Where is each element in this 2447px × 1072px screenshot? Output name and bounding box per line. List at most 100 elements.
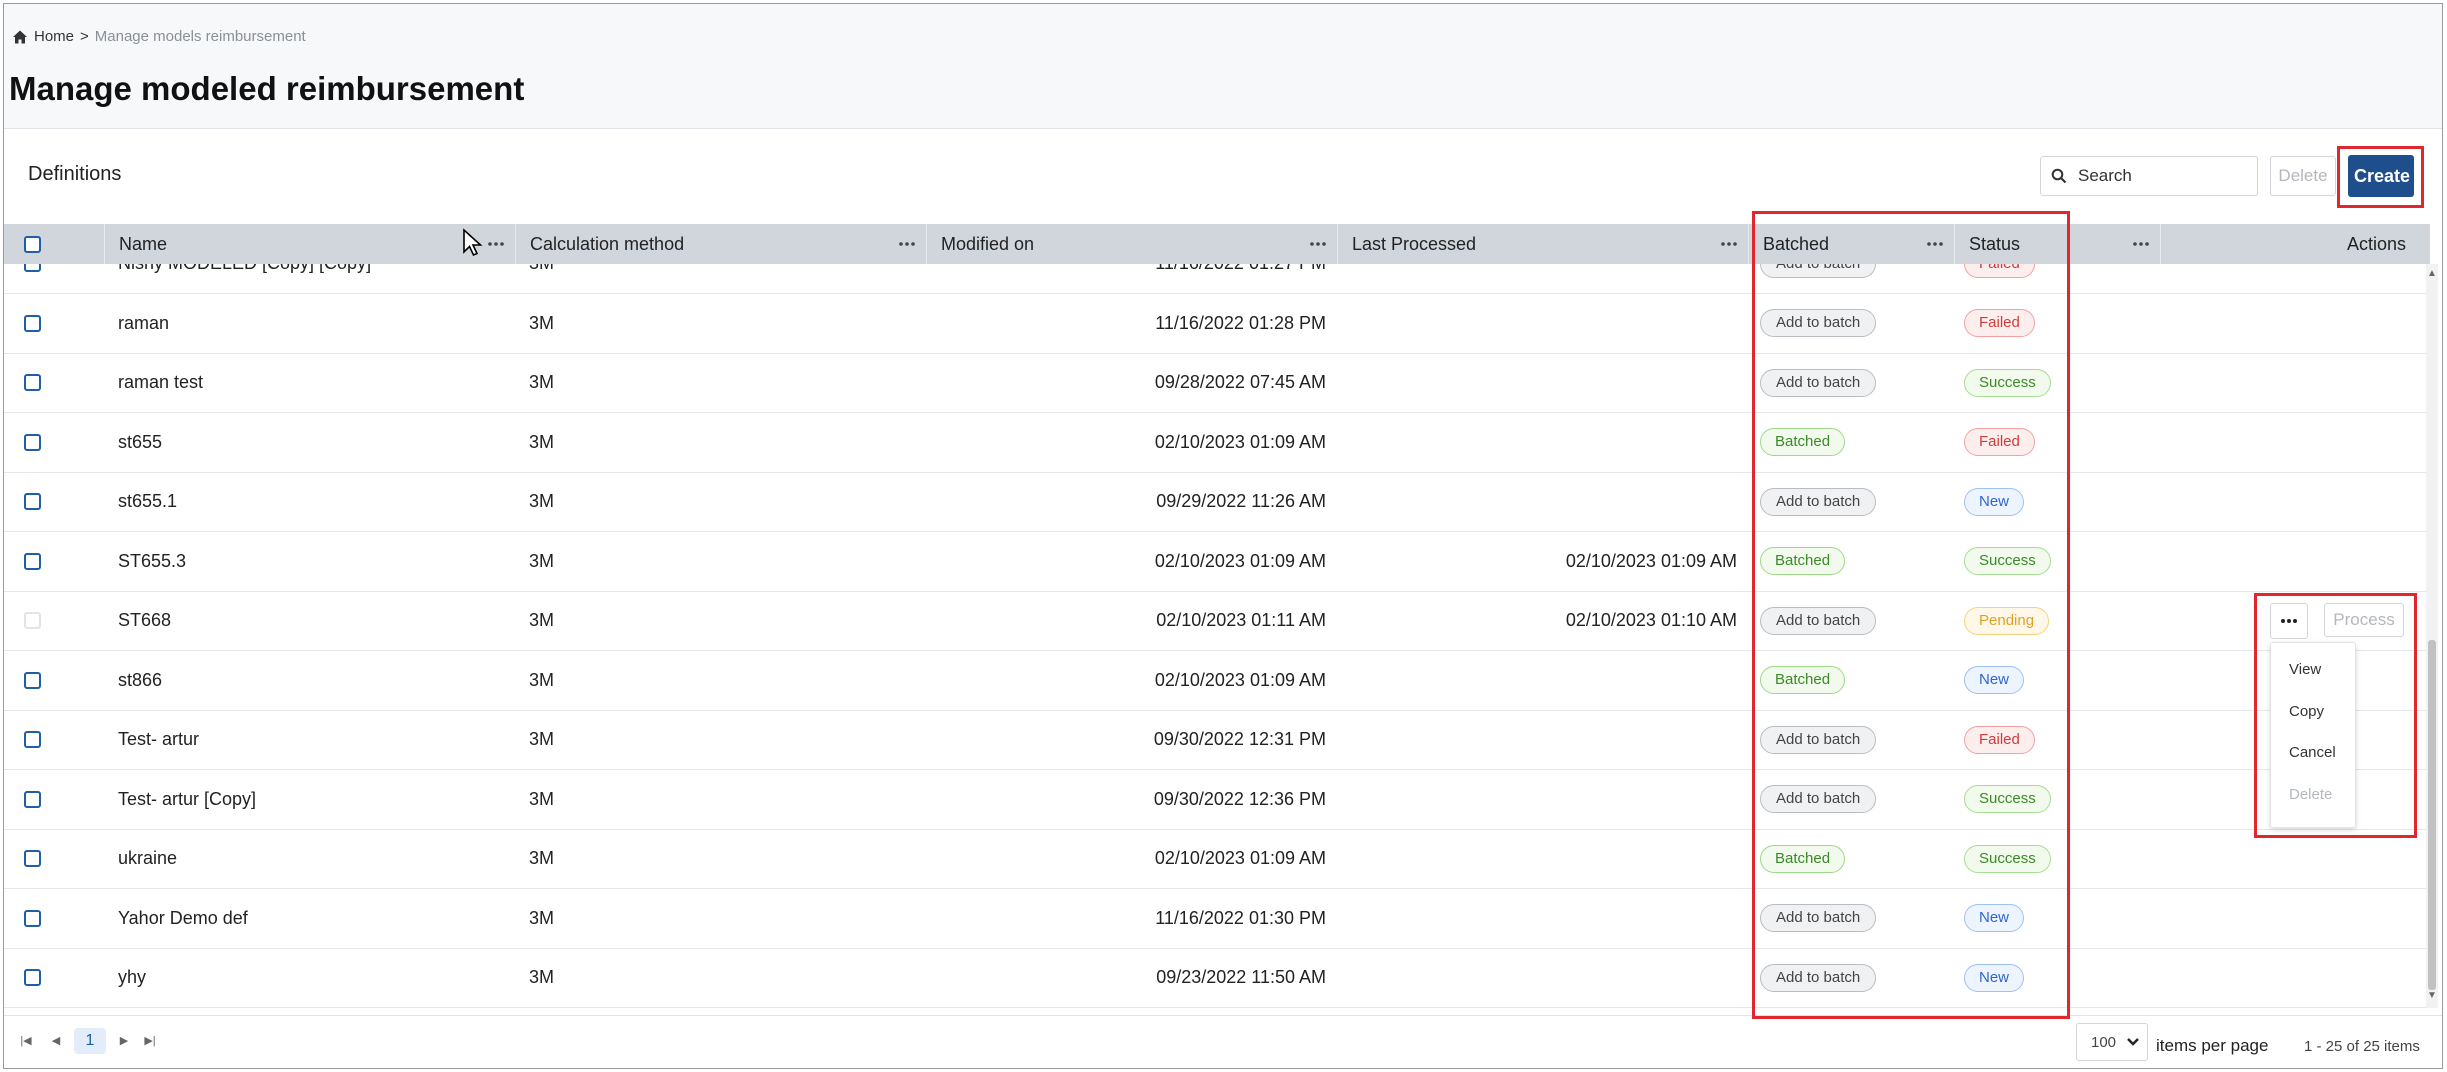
table-row[interactable]: st866 3M 02/10/2023 01:09 AM Batched New	[4, 651, 2426, 711]
row-checkbox[interactable]	[24, 612, 41, 629]
cell-status: Success	[1964, 770, 2154, 829]
cell-name[interactable]: st655	[118, 413, 508, 472]
column-menu-icon[interactable]	[1926, 235, 1944, 253]
batched-badge[interactable]: Add to batch	[1760, 963, 1877, 992]
scroll-up-icon[interactable]: ▲	[2427, 268, 2437, 279]
batched-badge[interactable]: Add to batch	[1760, 606, 1877, 635]
table-row[interactable]: Yahor Demo def 3M 11/16/2022 01:30 PM Add t…	[4, 889, 2426, 949]
table-row[interactable]: raman 3M 11/16/2022 01:28 PM Add to batch Fa…	[4, 294, 2426, 354]
column-menu-icon[interactable]	[2132, 235, 2150, 253]
more-icon	[2281, 619, 2297, 623]
row-checkbox[interactable]	[24, 314, 41, 332]
batched-badge[interactable]: Add to batch	[1760, 264, 1877, 278]
process-button[interactable]: Process	[2324, 603, 2404, 637]
current-page[interactable]: 1	[74, 1028, 106, 1054]
batched-badge[interactable]: Add to batch	[1760, 368, 1877, 397]
first-page-icon[interactable]: |◀	[18, 1032, 34, 1048]
menu-item-view[interactable]: View	[2289, 661, 2321, 678]
cell-status: Failed	[1964, 294, 2154, 353]
batched-badge[interactable]: Add to batch	[1760, 904, 1877, 932]
row-checkbox[interactable]	[24, 493, 41, 510]
breadcrumb-home[interactable]: Home	[34, 28, 74, 45]
row-checkbox[interactable]	[24, 790, 41, 808]
header-status[interactable]: Status	[1954, 224, 2160, 264]
last-page-icon[interactable]: ▶|	[142, 1032, 158, 1048]
header-batched[interactable]: Batched	[1748, 224, 1954, 264]
prev-page-icon[interactable]: ◀	[48, 1032, 64, 1048]
cell-name[interactable]: Test- artur	[118, 710, 508, 769]
cell-name[interactable]: st655.1	[118, 472, 508, 531]
header-last-processed[interactable]: Last Processed	[1337, 224, 1748, 264]
row-checkbox-cell	[24, 770, 84, 829]
status-badge: New	[1964, 904, 2025, 932]
table-row[interactable]: st655.1 3M 09/29/2022 11:26 AM Add to batch…	[4, 472, 2426, 532]
search-input[interactable]	[2076, 165, 2240, 187]
scroll-down-icon[interactable]: ▼	[2427, 990, 2437, 1001]
menu-item-copy[interactable]: Copy	[2289, 703, 2324, 720]
row-more-button[interactable]	[2270, 603, 2308, 639]
table-row[interactable]: ST668 3M 02/10/2023 01:11 AM 02/10/2023 01:…	[4, 591, 2426, 651]
batched-badge[interactable]: Add to batch	[1760, 487, 1877, 516]
cell-name[interactable]: st866	[118, 651, 508, 710]
cell-name[interactable]: Test- artur [Copy]	[118, 770, 508, 829]
cell-name[interactable]: Yahor Demo def	[118, 889, 508, 948]
row-checkbox[interactable]	[24, 552, 41, 570]
column-menu-icon[interactable]	[1309, 235, 1327, 253]
table-row[interactable]: Nishy MODELED [Copy] [Copy] 3M 11/16/2022 …	[4, 264, 2426, 294]
table-row[interactable]: ST655.3 3M 02/10/2023 01:09 AM 02/10/2023 0…	[4, 532, 2426, 592]
row-checkbox[interactable]	[24, 374, 41, 391]
cell-last-processed	[1337, 651, 1737, 710]
cell-modified-on: 11/16/2022 01:28 PM	[1155, 312, 1326, 333]
column-menu-icon[interactable]	[487, 235, 505, 253]
table-row[interactable]: ukraine 3M 02/10/2023 01:09 AM Batched Succe…	[4, 829, 2426, 889]
row-checkbox[interactable]	[24, 671, 41, 689]
delete-button[interactable]: Delete	[2270, 156, 2336, 196]
create-button[interactable]: Create	[2348, 155, 2414, 197]
status-badge: Success	[1964, 844, 2051, 873]
table-row[interactable]: Test- artur [Copy] 3M 09/30/2022 12:36 PM A…	[4, 770, 2426, 830]
table-row[interactable]: Test- artur 3M 09/30/2022 12:31 PM Add to b…	[4, 710, 2426, 770]
cell-last-processed	[1337, 472, 1737, 531]
cell-name[interactable]: ST668	[118, 591, 508, 650]
header-modified-on[interactable]: Modified on	[926, 224, 1337, 264]
cell-name[interactable]: yhy	[118, 948, 508, 1007]
search-box[interactable]	[2040, 156, 2258, 196]
row-checkbox-cell	[24, 829, 84, 888]
header-calculation-method[interactable]: Calculation method	[515, 224, 926, 264]
menu-item-cancel[interactable]: Cancel	[2289, 744, 2336, 761]
row-checkbox[interactable]	[24, 433, 41, 451]
cell-calculation-method: 3M	[529, 907, 555, 928]
cell-modified-on: 09/23/2022 11:50 AM	[1156, 967, 1326, 987]
row-checkbox[interactable]	[24, 969, 41, 986]
page-size-select[interactable]: 100	[2076, 1023, 2148, 1061]
row-checkbox[interactable]	[24, 909, 41, 927]
next-page-icon[interactable]: ▶	[116, 1032, 132, 1048]
status-badge: Failed	[1964, 428, 2035, 456]
batched-badge[interactable]: Add to batch	[1760, 725, 1877, 754]
header-name[interactable]: Name	[104, 224, 515, 264]
row-checkbox[interactable]	[24, 731, 41, 748]
column-menu-icon[interactable]	[1720, 235, 1738, 253]
cell-calculation-method: 3M	[529, 788, 555, 809]
row-checkbox[interactable]	[24, 850, 41, 867]
page-header: Home > Manage models reimbursement Manag…	[4, 4, 2442, 129]
table-row[interactable]: st655 3M 02/10/2023 01:09 AM Batched Failed	[4, 413, 2426, 473]
cell-name[interactable]: ST655.3	[118, 532, 508, 591]
header-method-label: Calculation method	[530, 233, 685, 254]
cell-name[interactable]: Nishy MODELED [Copy] [Copy]	[118, 264, 508, 293]
table-row[interactable]: raman test 3M 09/28/2022 07:45 AM Add to ba…	[4, 353, 2426, 413]
column-menu-icon[interactable]	[898, 235, 916, 253]
select-all-checkbox[interactable]	[24, 235, 41, 253]
table-row[interactable]: yhy 3M 09/23/2022 11:50 AM Add to batch New	[4, 948, 2426, 1008]
cell-last-processed	[1337, 264, 1737, 293]
cell-name[interactable]: raman test	[118, 353, 508, 412]
batched-badge[interactable]: Add to batch	[1760, 309, 1877, 337]
cell-name[interactable]: raman	[118, 294, 508, 353]
batched-badge[interactable]: Add to batch	[1760, 785, 1877, 813]
cell-name[interactable]: ukraine	[118, 829, 508, 888]
home-icon[interactable]	[12, 29, 28, 45]
row-checkbox[interactable]	[24, 264, 41, 272]
scrollbar-thumb[interactable]	[2428, 640, 2436, 990]
row-checkbox-cell	[24, 889, 84, 948]
menu-item-delete[interactable]: Delete	[2289, 786, 2332, 803]
